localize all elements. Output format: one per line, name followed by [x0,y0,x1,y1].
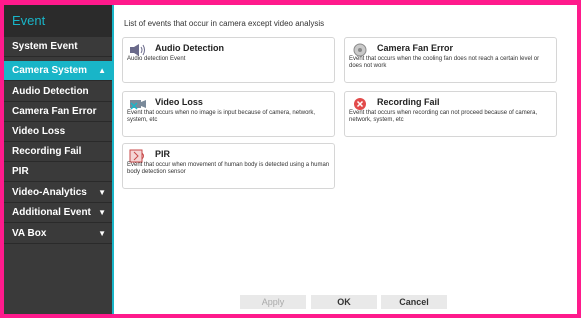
card-desc: Event that occurs when no image is input… [127,110,316,123]
card-title: Video Loss [155,97,203,107]
sidebar-item-label: Camera System [12,65,88,76]
sidebar-item-label: PIR [12,166,29,177]
ok-button[interactable]: OK [311,295,377,309]
error-icon [354,98,366,110]
sidebar-item-label: System Event [12,41,78,52]
card-title: PIR [155,149,171,159]
sidebar-item-label: Additional Event [12,207,91,218]
event-card-pir[interactable]: PIR Event that occur when movement of hu… [122,143,335,189]
sidebar-item-label: Video-Analytics [12,187,87,198]
card-desc: Event that occurs when the cooling fan d… [349,56,540,69]
sidebar-divider [112,5,114,314]
apply-button-label: Apply [240,295,306,309]
main-panel: List of events that occur in camera exce… [118,5,573,310]
sidebar-item-recording-fail[interactable]: Recording Fail [4,142,112,162]
event-card-camera-fan-error[interactable]: Camera Fan Error Event that occurs when … [344,37,557,83]
sidebar-item-label: VA Box [12,228,47,239]
card-desc: Event that occurs when recording can not… [349,110,538,123]
sidebar-title: Event [4,5,112,37]
chevron-down-icon: ▼ [98,229,106,238]
event-card-video-loss[interactable]: Video Loss Event that occurs when no ima… [122,91,335,137]
pir-sensor-icon [129,149,144,163]
speaker-icon [130,44,145,56]
sidebar-item-video-analytics[interactable]: Video-Analytics ▼ [4,183,112,203]
event-card-recording-fail[interactable]: Recording Fail Event that occurs when re… [344,91,557,137]
sidebar-item-additional-event[interactable]: Additional Event ▼ [4,203,112,223]
sidebar-item-va-box[interactable]: VA Box ▼ [4,224,112,244]
sidebar-item-video-loss[interactable]: Video Loss [4,122,112,142]
sidebar: Event System Event Camera System ▲ Audio … [4,5,112,314]
chevron-down-icon: ▼ [98,188,106,197]
page-heading: List of events that occur in camera exce… [124,19,325,28]
card-desc: Audio detection Event [127,56,186,62]
chevron-down-icon: ▼ [98,208,106,217]
card-title: Audio Detection [155,43,224,53]
sidebar-item-system-event[interactable]: System Event [4,37,112,57]
card-desc: Event that occur when movement of human … [127,162,330,175]
cancel-button-label: Cancel [381,295,447,309]
sidebar-item-label: Video Loss [12,126,66,137]
chevron-up-icon: ▲ [98,66,106,75]
video-loss-icon [130,100,146,110]
sidebar-item-audio-detection[interactable]: Audio Detection [4,82,112,102]
sidebar-item-camera-fan-error[interactable]: Camera Fan Error [4,102,112,122]
fan-icon [353,43,367,57]
card-title: Camera Fan Error [377,43,454,53]
cancel-button[interactable]: Cancel [381,295,447,309]
apply-button[interactable]: Apply [240,295,306,309]
sidebar-item-label: Recording Fail [12,146,82,157]
sidebar-item-camera-system[interactable]: Camera System ▲ [4,61,112,81]
sidebar-item-label: Audio Detection [12,86,89,97]
ok-button-label: OK [311,295,377,309]
sidebar-item-label: Camera Fan Error [12,106,97,117]
event-card-audio-detection[interactable]: Audio Detection Audio detection Event [122,37,335,83]
sidebar-item-pir[interactable]: PIR [4,162,112,182]
card-title: Recording Fail [377,97,440,107]
